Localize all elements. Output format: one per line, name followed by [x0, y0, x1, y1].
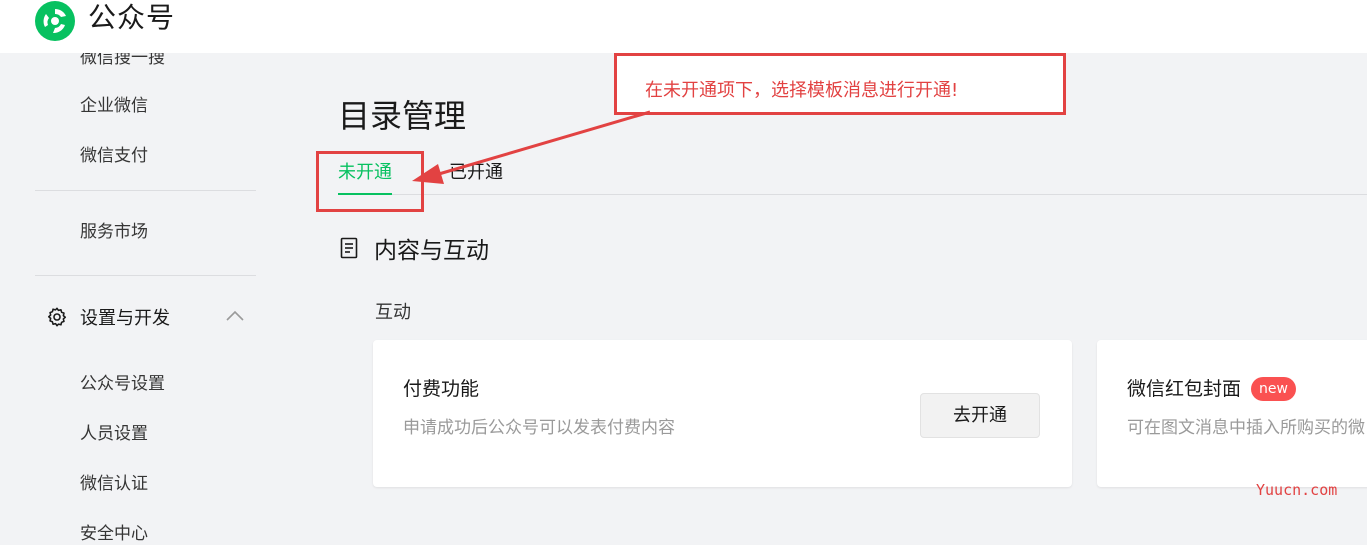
sidebar-item-staff-settings[interactable]: 人员设置 [80, 419, 148, 444]
sidebar-group-settings[interactable]: 设置与开发 [46, 305, 170, 329]
card-title: 微信红包封面 new [1127, 374, 1296, 401]
feature-card-paid: 付费功能 申请成功后公众号可以发表付费内容 去开通 [373, 340, 1072, 487]
brand-name: 公众号 [88, 1, 176, 34]
sidebar-item-security-center[interactable]: 安全中心 [80, 519, 148, 544]
tab-enabled[interactable]: 已开通 [449, 158, 503, 195]
sidebar-item-wechat-pay[interactable]: 微信支付 [80, 141, 148, 166]
card-description: 可在图文消息中插入所购买的微 [1127, 418, 1365, 438]
annotation-text: 在未开通项下，选择模板消息进行开通! [645, 80, 959, 101]
annotation-highlight-box [316, 151, 424, 212]
top-bar: 公众号 [0, 0, 1367, 53]
card-title: 付费功能 [403, 378, 480, 400]
sidebar-divider [35, 275, 256, 276]
feature-card-red-packet: 微信红包封面 new 可在图文消息中插入所购买的微 [1097, 340, 1367, 487]
sidebar-group-label: 设置与开发 [80, 308, 170, 329]
card-title-text: 微信红包封面 [1127, 378, 1242, 400]
annotation-callout: 在未开通项下，选择模板消息进行开通! [614, 53, 1066, 115]
enable-button[interactable]: 去开通 [920, 393, 1040, 438]
sidebar-item-market[interactable]: 服务市场 [80, 217, 148, 242]
section-header: 内容与互动 [340, 231, 489, 265]
logo-icon[interactable] [34, 0, 76, 42]
sidebar-item-verification[interactable]: 微信认证 [80, 469, 148, 494]
chevron-up-icon[interactable] [225, 308, 245, 322]
sidebar: 微信搜一搜 企业微信 微信支付 服务市场 设置与开发 公众号设置 人员设置 微信… [0, 48, 290, 545]
section-title: 内容与互动 [374, 238, 489, 264]
card-description: 申请成功后公众号可以发表付费内容 [403, 418, 675, 438]
new-badge: new [1251, 377, 1296, 401]
subsection-title: 互动 [375, 302, 411, 323]
sidebar-divider [35, 190, 256, 191]
tab-bar: 未开通 已开通 [338, 158, 1367, 195]
document-icon [340, 237, 358, 259]
main-content: 目录管理 未开通 已开通 内容与互动 互动 付费功能 申请成功后公众号可以发表付… [290, 53, 1367, 545]
watermark: Yuucn.com [1256, 481, 1338, 499]
sidebar-item-account-settings[interactable]: 公众号设置 [80, 369, 165, 394]
gear-icon [47, 307, 67, 327]
sidebar-item-work-wechat[interactable]: 企业微信 [80, 91, 148, 116]
page-title: 目录管理 [338, 97, 467, 135]
